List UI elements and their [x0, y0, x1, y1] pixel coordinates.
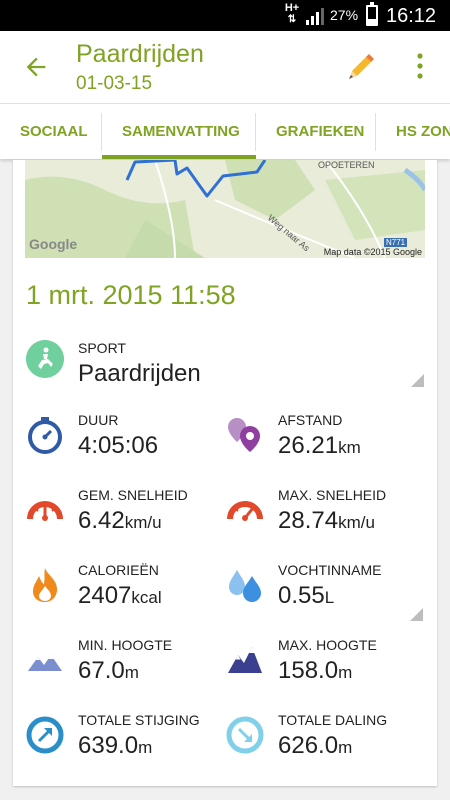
mountain-max-icon [228, 647, 262, 673]
stat-value: 28.74km/u [278, 507, 375, 535]
stat-unit: km/u [124, 513, 162, 532]
stat-number: 158.0 [278, 657, 339, 684]
water-drops-icon [229, 570, 261, 602]
clock: 16:12 [386, 5, 437, 27]
stat-calories: CALORIEËN 2407kcal [26, 562, 216, 612]
stat-number: 6.42 [78, 507, 125, 534]
stat-value: 158.0m [278, 657, 352, 685]
sport-label: SPORT [78, 340, 126, 356]
stat-value: 67.0m [78, 657, 139, 685]
tab-bar: SOCIAAL SAMENVATTING GRAFIEKEN HS ZON [0, 103, 450, 159]
signal-icon [306, 8, 324, 25]
stat-hydration: VOCHTINNAME 0.55L [226, 562, 423, 621]
stat-duration: DUUR 4:05:06 [26, 412, 216, 462]
tab-divider [101, 113, 102, 151]
active-tab-indicator [102, 155, 256, 159]
tab-divider [375, 113, 376, 151]
stat-unit: m [138, 738, 153, 757]
stat-unit: km/u [338, 513, 375, 532]
location-pins-icon [228, 418, 260, 452]
stat-value: 2407kcal [78, 582, 162, 610]
battery-icon [366, 2, 378, 26]
flame-icon [33, 568, 58, 602]
stopwatch-icon [28, 417, 62, 454]
network-type-label: H+ [284, 2, 300, 14]
tab-samenvatting[interactable]: SAMENVATTING [122, 104, 240, 159]
dropdown-corner-icon [411, 374, 424, 387]
stat-value: 626.0m [278, 732, 352, 760]
stat-label: MAX. SNELHEID [278, 487, 387, 503]
tab-grafieken[interactable]: GRAFIEKEN [276, 104, 364, 159]
stat-value: 0.55L [278, 582, 334, 610]
page-subtitle: 01-03-15 [76, 73, 153, 94]
stat-unit: km [338, 438, 361, 457]
stat-label: VOCHTINNAME [278, 562, 382, 578]
route-map[interactable]: OPOETEREN Weg naar As Google N771 Map da… [25, 160, 425, 258]
ascent-arrow-icon [26, 716, 64, 754]
stat-unit: kcal [131, 588, 162, 607]
network-type-icon: H+ ⇅ [284, 2, 300, 26]
pencil-icon[interactable] [346, 51, 376, 81]
stat-unit: L [324, 588, 335, 607]
stat-label: DUUR [78, 412, 119, 428]
map-background [25, 160, 425, 258]
stat-value: 639.0m [78, 732, 152, 760]
stat-total-descent: TOTALE DALING 626.0m [226, 712, 416, 762]
battery-percent: 27% [330, 7, 359, 23]
stat-label: CALORIEËN [78, 562, 159, 578]
speedometer-icon [27, 501, 63, 521]
more-vert-icon[interactable] [410, 51, 430, 81]
stat-value: 6.42km/u [78, 507, 162, 535]
stat-total-ascent: TOTALE STIJGING 639.0m [26, 712, 216, 762]
stat-number: 4:05:06 [78, 432, 159, 459]
stat-number: 28.74 [278, 507, 339, 534]
map-place-label: OPOETEREN [318, 160, 375, 170]
stat-label: MAX. HOOGTE [278, 637, 377, 653]
status-bar: H+ ⇅ 27% 16:12 [0, 0, 450, 31]
sport-value: Paardrijden [78, 360, 201, 387]
stat-unit: m [338, 738, 353, 757]
stat-number: 626.0 [278, 732, 339, 759]
app-bar: Paardrijden 01-03-15 [0, 31, 450, 103]
stat-number: 26.21 [278, 432, 339, 459]
stat-unit: m [338, 663, 353, 682]
workout-datetime: 1 mrt. 2015 11:58 [26, 280, 236, 310]
google-logo: Google [29, 236, 78, 252]
stat-value: 26.21km [278, 432, 361, 460]
stat-number: 2407 [78, 582, 132, 609]
stat-label: MIN. HOOGTE [78, 637, 173, 653]
tab-hs-zon[interactable]: HS ZON [396, 104, 450, 159]
back-arrow-icon[interactable] [22, 53, 50, 81]
stat-label: TOTALE DALING [278, 712, 388, 728]
stat-number: 0.55 [278, 582, 325, 609]
stat-label: TOTALE STIJGING [78, 712, 200, 728]
stat-avg-speed: GEM. SNELHEID 6.42km/u [26, 487, 216, 537]
stat-label: GEM. SNELHEID [78, 487, 188, 503]
stat-number: 67.0 [78, 657, 125, 684]
speedometer-max-icon [227, 501, 263, 521]
summary-card: OPOETEREN Weg naar As Google N771 Map da… [13, 160, 437, 786]
stat-label: AFSTAND [278, 412, 343, 428]
sport-selector[interactable]: SPORT Paardrijden [26, 338, 426, 392]
mountain-min-icon [28, 655, 62, 671]
map-attribution: Map data ©2015 Google [323, 247, 422, 257]
stat-min-altitude: MIN. HOOGTE 67.0m [26, 637, 216, 687]
stat-unit: m [124, 663, 139, 682]
map-road-badge: N771 [384, 238, 408, 247]
stat-value: 4:05:06 [78, 432, 158, 460]
horse-riding-icon [26, 340, 64, 378]
tab-divider [255, 113, 256, 151]
dropdown-corner-icon [410, 608, 423, 621]
stat-max-speed: MAX. SNELHEID 28.74km/u [226, 487, 416, 537]
descent-arrow-icon [226, 716, 264, 754]
stat-max-altitude: MAX. HOOGTE 158.0m [226, 637, 416, 687]
stat-distance: AFSTAND 26.21km [226, 412, 416, 462]
stat-number: 639.0 [78, 732, 139, 759]
page-title: Paardrijden [76, 40, 204, 68]
tab-sociaal[interactable]: SOCIAAL [20, 104, 88, 159]
